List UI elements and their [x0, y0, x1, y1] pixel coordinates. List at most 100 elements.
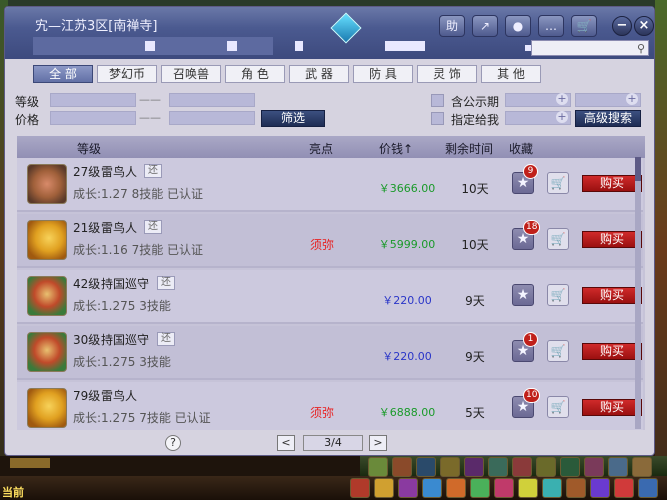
help-tool-button[interactable]: 助 — [439, 15, 465, 37]
close-button[interactable]: × — [634, 16, 654, 36]
next-page-button[interactable]: > — [369, 435, 387, 451]
game-item-icon[interactable] — [542, 478, 562, 498]
tab-weapon[interactable]: 武 器 — [289, 65, 349, 83]
level-max-input[interactable] — [169, 93, 255, 107]
tab-other[interactable]: 其 他 — [481, 65, 541, 83]
plus-icon[interactable]: + — [626, 93, 638, 105]
pet-name: 雷鸟人 — [101, 165, 138, 179]
cart-icon[interactable]: 🛒 — [547, 396, 569, 418]
table-row[interactable]: 30级 持国巡守还成长:1.275 3技能 ￥220.00 9天 ★ 1 🛒 购买 — [17, 326, 643, 380]
pet-avatar[interactable] — [27, 332, 67, 372]
game-item-icon[interactable] — [422, 478, 442, 498]
header-remaining[interactable]: 剩余时间 — [445, 140, 493, 157]
game-item-icon[interactable] — [518, 478, 538, 498]
table-row[interactable]: 42级 持国巡守还成长:1.275 3技能 ￥220.00 9天 ★ 🛒 购买 — [17, 270, 643, 324]
return-badge: 还 — [157, 276, 175, 290]
cart-icon[interactable]: 🛒 — [547, 284, 569, 306]
pet-avatar[interactable] — [27, 276, 67, 316]
buy-button[interactable]: 购买 — [582, 175, 642, 192]
public-period-input-2[interactable]: + — [575, 93, 641, 107]
tab-accessory[interactable]: 灵 饰 — [417, 65, 477, 83]
header-highlight[interactable]: 亮点 — [309, 140, 333, 157]
game-item-icon[interactable] — [614, 478, 634, 498]
header-price[interactable]: 价钱↑ — [379, 140, 413, 157]
game-shortcut-icon[interactable] — [584, 457, 604, 477]
price-dash: —— — [139, 111, 161, 124]
game-shortcut-icon[interactable] — [416, 457, 436, 477]
buy-button[interactable]: 购买 — [582, 343, 642, 360]
table-row[interactable]: 27级 雷鸟人还成长:1.27 8技能 已认证 ￥3666.00 10天 ★ 9 🛒 购买 — [17, 158, 643, 212]
game-item-icon[interactable] — [446, 478, 466, 498]
tab-armor[interactable]: 防 具 — [353, 65, 413, 83]
game-item-icon[interactable] — [494, 478, 514, 498]
game-shortcut-icon[interactable] — [512, 457, 532, 477]
game-shortcut-icon[interactable] — [392, 457, 412, 477]
game-background-right — [655, 0, 667, 500]
cart-icon[interactable]: 🛒 — [547, 172, 569, 194]
game-item-icon[interactable] — [566, 478, 586, 498]
remaining-time: 9天 — [465, 350, 485, 364]
window-title: 宄—江苏3区[南禅寺] — [35, 19, 158, 34]
record-tool-button[interactable]: ● — [505, 15, 531, 37]
search-input[interactable]: ⚲ — [531, 40, 649, 56]
tab-all[interactable]: 全 部 — [33, 65, 93, 83]
filter-button[interactable]: 筛选 — [261, 110, 325, 127]
game-item-icon[interactable] — [374, 478, 394, 498]
game-item-icon[interactable] — [350, 478, 370, 498]
pet-highlight: 须弥 — [310, 406, 335, 420]
price-max-input[interactable] — [169, 111, 255, 125]
designated-checkbox[interactable] — [431, 112, 444, 125]
game-shortcut-icon[interactable] — [560, 457, 580, 477]
level-label: 等级 — [15, 95, 40, 109]
header-level[interactable]: 等级 — [77, 140, 101, 157]
game-item-icon[interactable] — [590, 478, 610, 498]
now-channel-label[interactable]: 当前 — [2, 484, 24, 500]
cart-icon[interactable]: 🛒 — [547, 228, 569, 250]
prev-page-button[interactable]: < — [277, 435, 295, 451]
price-min-input[interactable] — [50, 111, 136, 125]
cart-tool-button[interactable]: 🛒 — [571, 15, 597, 37]
game-shortcut-icon[interactable] — [488, 457, 508, 477]
game-item-icon[interactable] — [398, 478, 418, 498]
plus-icon[interactable]: + — [556, 93, 568, 105]
designated-input[interactable]: + — [505, 111, 571, 125]
buy-button[interactable]: 购买 — [582, 399, 642, 416]
tab-role[interactable]: 角 色 — [225, 65, 285, 83]
table-row[interactable]: 21级 雷鸟人还成长:1.16 7技能 已认证 须弥 ￥5999.00 10天 ★ 18 🛒 购… — [17, 214, 643, 268]
favorite-star-icon[interactable]: ★ — [512, 284, 534, 306]
pet-avatar[interactable] — [27, 388, 67, 428]
title-bar: 宄—江苏3区[南禅寺] 助 ↗ ● … 🛒 − × ⚲ — [5, 7, 654, 59]
table-row[interactable]: 79级 雷鸟人 成长:1.275 7技能 已认证 须弥 ￥6888.00 5天 ★ 10 🛒 购买 — [17, 382, 643, 430]
game-shortcut-icon[interactable] — [536, 457, 556, 477]
game-shortcut-icon[interactable] — [608, 457, 628, 477]
scrollbar[interactable] — [635, 157, 641, 429]
share-tool-button[interactable]: ↗ — [472, 15, 498, 37]
public-period-checkbox[interactable] — [431, 94, 444, 107]
header-favorite[interactable]: 收藏 — [509, 140, 533, 157]
help-button[interactable]: ? — [165, 435, 181, 451]
pet-name: 雷鸟人 — [101, 389, 138, 403]
pet-avatar[interactable] — [27, 164, 67, 204]
public-period-input[interactable]: + — [505, 93, 571, 107]
minimize-button[interactable]: − — [612, 16, 632, 36]
chat-tool-button[interactable]: … — [538, 15, 564, 37]
game-shortcut-icon[interactable] — [464, 457, 484, 477]
buy-button[interactable]: 购买 — [582, 231, 642, 248]
search-icon[interactable]: ⚲ — [637, 42, 645, 55]
buy-button[interactable]: 购买 — [582, 287, 642, 304]
tab-summon[interactable]: 召唤兽 — [161, 65, 221, 83]
game-shortcut-icon[interactable] — [440, 457, 460, 477]
scrollbar-thumb[interactable] — [635, 157, 641, 181]
cart-icon[interactable]: 🛒 — [547, 340, 569, 362]
game-shortcut-icon[interactable] — [368, 457, 388, 477]
game-item-icon[interactable] — [470, 478, 490, 498]
pet-avatar[interactable] — [27, 220, 67, 260]
level-min-input[interactable] — [50, 93, 136, 107]
game-item-icon[interactable] — [638, 478, 658, 498]
plus-icon[interactable]: + — [556, 111, 568, 123]
pet-level: 79级 — [73, 389, 101, 403]
pet-price: ￥6888.00 — [378, 406, 436, 419]
tab-currency[interactable]: 梦幻币 — [97, 65, 157, 83]
game-shortcut-icon[interactable] — [632, 457, 652, 477]
advanced-search-button[interactable]: 高级搜索 — [575, 110, 641, 127]
